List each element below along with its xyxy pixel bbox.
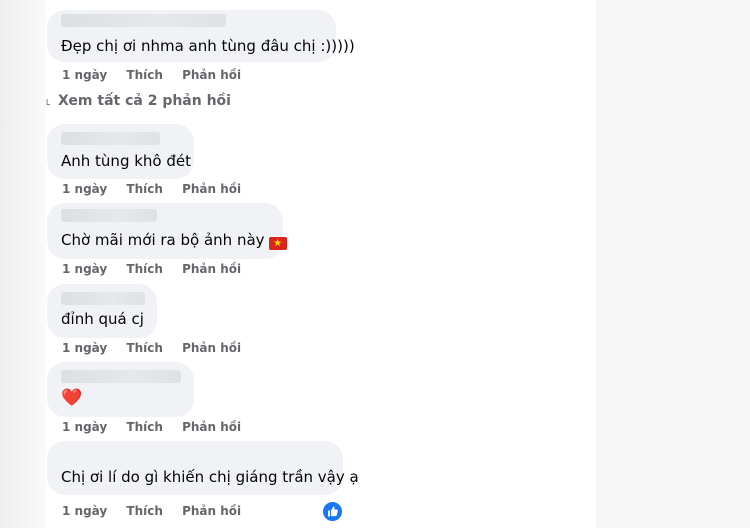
comment-text: Chờ mãi mới ra bộ ảnh này ★	[61, 231, 287, 250]
comment-time[interactable]: 1 ngày	[62, 68, 107, 82]
comment-actions: 1 ngày Thích Phản hồi	[62, 341, 241, 355]
vietnam-flag-icon: ★	[268, 237, 287, 250]
blurred-author-name[interactable]	[61, 370, 181, 383]
comment-bubble: Chị ơi lí do gì khiến chị giáng trần vậy…	[47, 441, 359, 495]
like-button[interactable]: Thích	[126, 262, 163, 276]
comment-actions: 1 ngày Thích Phản hồi	[62, 420, 241, 434]
comment-time[interactable]: 1 ngày	[62, 341, 107, 355]
reply-button[interactable]: Phản hồi	[182, 420, 241, 434]
blurred-author-name[interactable]	[61, 209, 157, 222]
comment-time[interactable]: 1 ngày	[62, 182, 107, 196]
view-all-replies-link[interactable]: ˪ Xem tất cả 2 phản hồi	[46, 92, 231, 109]
comment-bubble: ❤️	[47, 362, 194, 417]
comment-actions: 1 ngày Thích Phản hồi	[62, 182, 241, 196]
right-panel-shade	[596, 0, 750, 528]
reply-button[interactable]: Phản hồi	[182, 341, 241, 355]
blurred-author-name[interactable]	[61, 292, 145, 305]
comment-bubble: Anh tùng khô đét	[47, 124, 194, 179]
reply-button[interactable]: Phản hồi	[182, 68, 241, 82]
comment-actions: 1 ngày Thích Phản hồi	[62, 504, 241, 518]
heart-emoji-icon: ❤️	[61, 388, 83, 408]
like-button[interactable]: Thích	[126, 504, 163, 518]
comment-time[interactable]: 1 ngày	[62, 504, 107, 518]
comment-text: Đẹp chị ơi nhma anh tùng đâu chị :)))))	[61, 37, 355, 55]
comment-text: Chị ơi lí do gì khiến chị giáng trần vậy…	[61, 468, 359, 486]
reply-arrow-icon: ˪	[46, 93, 51, 109]
reply-button[interactable]: Phản hồi	[182, 262, 241, 276]
like-button[interactable]: Thích	[126, 68, 163, 82]
comment-text: đỉnh quá cj	[61, 310, 144, 328]
comment-actions: 1 ngày Thích Phản hồi	[62, 262, 241, 276]
comment-bubble: Chờ mãi mới ra bộ ảnh này ★	[47, 203, 287, 259]
like-reaction-icon[interactable]	[321, 500, 344, 523]
comment-time[interactable]: 1 ngày	[62, 262, 107, 276]
left-panel-shade	[0, 0, 46, 528]
like-button[interactable]: Thích	[126, 182, 163, 196]
comment-text: Anh tùng khô đét	[61, 152, 191, 170]
blurred-author-name[interactable]	[61, 132, 160, 145]
thumbs-up-icon	[328, 506, 338, 517]
comment-actions: 1 ngày Thích Phản hồi	[62, 68, 241, 82]
reply-button[interactable]: Phản hồi	[182, 182, 241, 196]
blurred-author-name[interactable]	[61, 14, 226, 27]
like-button[interactable]: Thích	[126, 420, 163, 434]
like-button[interactable]: Thích	[126, 341, 163, 355]
comment-bubble: đỉnh quá cj	[47, 284, 157, 338]
reply-button[interactable]: Phản hồi	[182, 504, 241, 518]
comment-bubble: Đẹp chị ơi nhma anh tùng đâu chị :)))))	[47, 10, 355, 62]
comment-time[interactable]: 1 ngày	[62, 420, 107, 434]
